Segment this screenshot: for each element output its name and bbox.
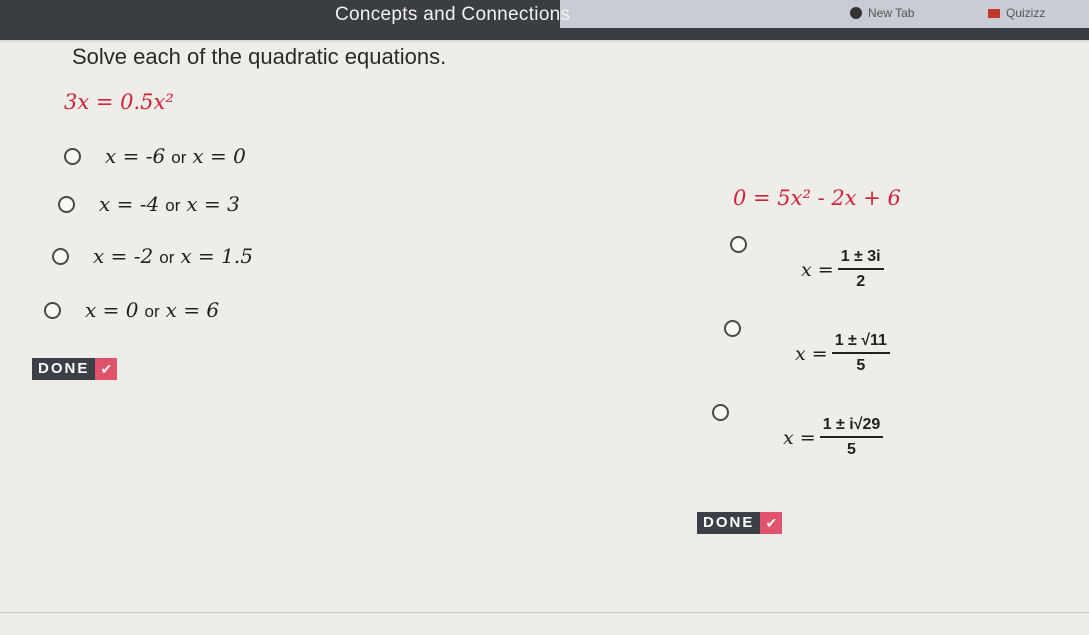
radio-button[interactable] [58, 195, 75, 213]
problem1-done-button[interactable]: DONE ✔ [32, 358, 118, 380]
check-icon: ✔ [95, 358, 118, 380]
divider [0, 612, 1089, 613]
option-text: x = -6 or x = 0 [105, 144, 246, 168]
problem2-equation: 0 = 5x² - 2x + 6 [733, 186, 901, 210]
option-text: x = -4 or x = 3 [99, 192, 240, 216]
tab-label: Quizizz [1006, 6, 1046, 20]
option-text: x = 1 ± √11 5 [795, 332, 890, 375]
problem2-option-3[interactable]: x = 1 ± i√29 5 [712, 404, 884, 459]
tab-label: New Tab [868, 6, 915, 20]
browser-tab-strip: New Tab Quizizz [560, 0, 1089, 28]
radio-button[interactable] [724, 320, 741, 337]
radio-button[interactable] [52, 247, 69, 265]
option-text: x = 1 ± i√29 5 [783, 416, 884, 459]
browser-tab-new-tab[interactable]: New Tab [850, 6, 914, 20]
option-text: x = 0 or x = 6 [85, 298, 220, 322]
problem2-done-button[interactable]: DONE ✔ [697, 512, 783, 534]
problem1-option-3[interactable]: x = -2 or x = 1.5 [52, 244, 253, 268]
radio-button[interactable] [712, 404, 729, 421]
page-title: Concepts and Connections [335, 4, 571, 25]
quiz-content: Solve each of the quadratic equations. 3… [0, 40, 1089, 635]
instructions: Solve each of the quadratic equations. [72, 44, 447, 69]
quizizz-icon [988, 8, 1000, 18]
problem1-option-1[interactable]: x = -6 or x = 0 [64, 144, 246, 168]
check-icon: ✔ [760, 512, 783, 534]
done-label: DONE [697, 512, 761, 534]
radio-button[interactable] [44, 301, 61, 319]
radio-button[interactable] [730, 236, 747, 253]
option-text: x = 1 ± 3i 2 [801, 248, 884, 291]
problem1-option-4[interactable]: x = 0 or x = 6 [44, 298, 219, 322]
problem2-option-2[interactable]: x = 1 ± √11 5 [724, 320, 890, 375]
problem1-equation: 3x = 0.5x² [64, 90, 174, 114]
done-label: DONE [32, 358, 96, 380]
option-text: x = -2 or x = 1.5 [93, 244, 253, 268]
problem1-option-2[interactable]: x = -4 or x = 3 [58, 192, 240, 216]
new-tab-icon [850, 7, 862, 19]
browser-tab-quizizz[interactable]: Quizizz [988, 6, 1045, 20]
problem2-option-1[interactable]: x = 1 ± 3i 2 [730, 236, 884, 291]
radio-button[interactable] [64, 147, 81, 165]
